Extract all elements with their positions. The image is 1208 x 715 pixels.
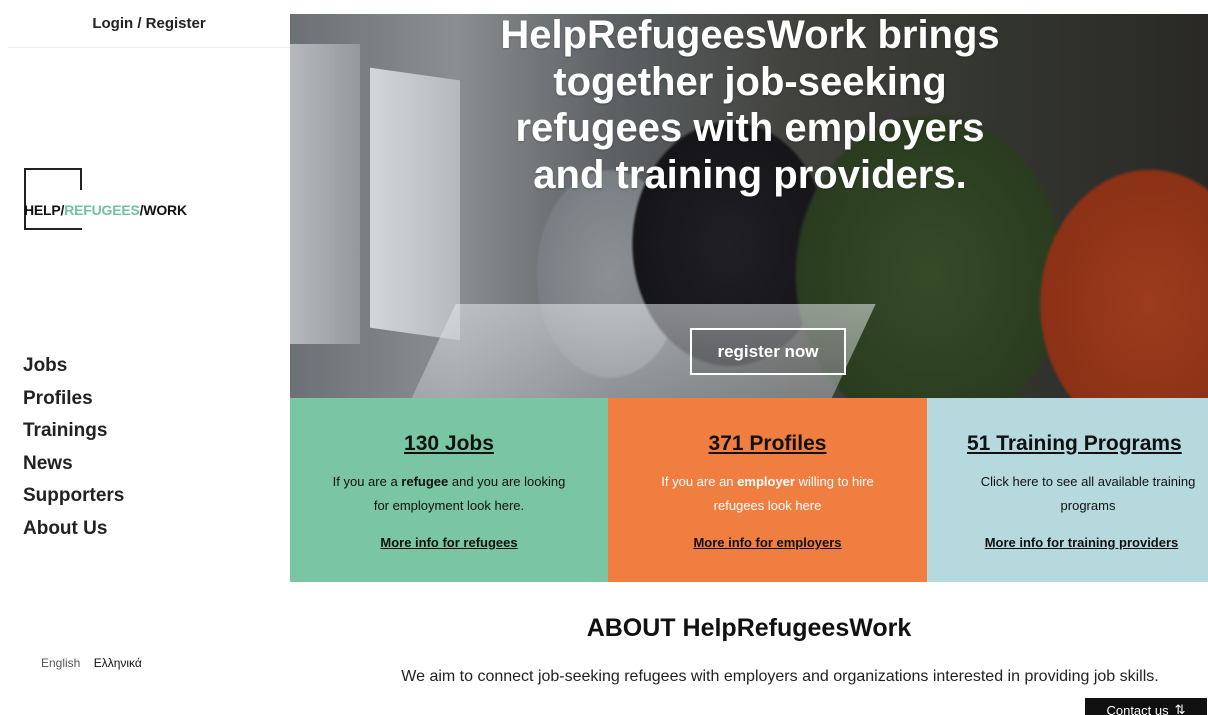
stat-card-profiles: 371 Profiles If you are an employer will… (608, 398, 927, 582)
jobs-desc-strong: refugee (401, 474, 449, 489)
employers-info-link[interactable]: More info for employers (693, 535, 841, 550)
sort-arrows-icon: ⇅ (1174, 702, 1186, 715)
profiles-desc-text: If you are an (661, 474, 738, 489)
nav-item-supporters[interactable]: Supporters (23, 480, 124, 513)
main-nav: Jobs Profiles Trainings News Supporters … (23, 350, 124, 545)
register-now-button[interactable]: register now (690, 328, 846, 375)
contact-us-button[interactable]: Contact us ⇅ (1085, 698, 1207, 715)
jobs-count-link[interactable]: 130 Jobs (290, 432, 608, 456)
logo-frame-bottom (24, 228, 82, 230)
lang-greek[interactable]: Ελληνικά (94, 656, 142, 670)
nav-item-profiles[interactable]: Profiles (23, 383, 124, 416)
sidebar: Login / Register HELP/REFUGEES/WORK Jobs… (0, 0, 290, 715)
refugees-info-link[interactable]: More info for refugees (380, 535, 517, 550)
logo-part-help: HELP/ (24, 202, 65, 218)
trainings-description: Click here to see all available training… (980, 474, 1196, 513)
page: Login / Register HELP/REFUGEES/WORK Jobs… (0, 0, 1208, 715)
profiles-desc-strong: employer (737, 474, 795, 489)
hero-headline: HelpRefugeesWork brings together job-see… (500, 14, 1000, 197)
profiles-count-link[interactable]: 371 Profiles (608, 432, 927, 456)
stat-card-trainings: 51 Training Programs Click here to see a… (927, 398, 1208, 582)
about-heading: ABOUT HelpRefugeesWork (586, 614, 912, 642)
contact-us-label: Contact us (1106, 702, 1169, 715)
nav-item-jobs[interactable]: Jobs (23, 350, 124, 383)
about-text: We aim to connect job-seeking refugees w… (401, 668, 1159, 685)
trainings-count-link[interactable]: 51 Training Programs (967, 432, 1208, 456)
hero-photo-monitor-back (290, 44, 360, 344)
lang-english[interactable]: English (41, 656, 80, 670)
language-switcher: English Ελληνικά (41, 656, 142, 670)
training-providers-info-link[interactable]: More info for training providers (985, 535, 1179, 550)
login-register-link[interactable]: Login / Register (8, 0, 290, 48)
logo-frame-left (24, 168, 26, 230)
profiles-description: If you are an employer willing to hire r… (638, 470, 898, 518)
hero-photo-monitor (370, 67, 460, 341)
logo-part-refugees: REFUGEES (64, 202, 140, 218)
hero-banner: HelpRefugeesWork brings together job-see… (290, 14, 1208, 398)
nav-item-trainings[interactable]: Trainings (23, 415, 124, 448)
jobs-description: If you are a refugee and you are looking… (329, 470, 569, 518)
nav-item-news[interactable]: News (23, 448, 124, 481)
logo-frame-top (24, 168, 82, 170)
logo-wordmark: HELP/REFUGEES/WORK (24, 202, 187, 218)
logo-part-work: /WORK (139, 202, 187, 218)
jobs-desc-text: If you are a (332, 474, 402, 489)
stat-card-jobs: 130 Jobs If you are a refugee and you ar… (290, 398, 608, 582)
logo-frame-right (80, 168, 82, 190)
nav-item-about-us[interactable]: About Us (23, 513, 124, 546)
site-logo[interactable]: HELP/REFUGEES/WORK (24, 168, 254, 232)
